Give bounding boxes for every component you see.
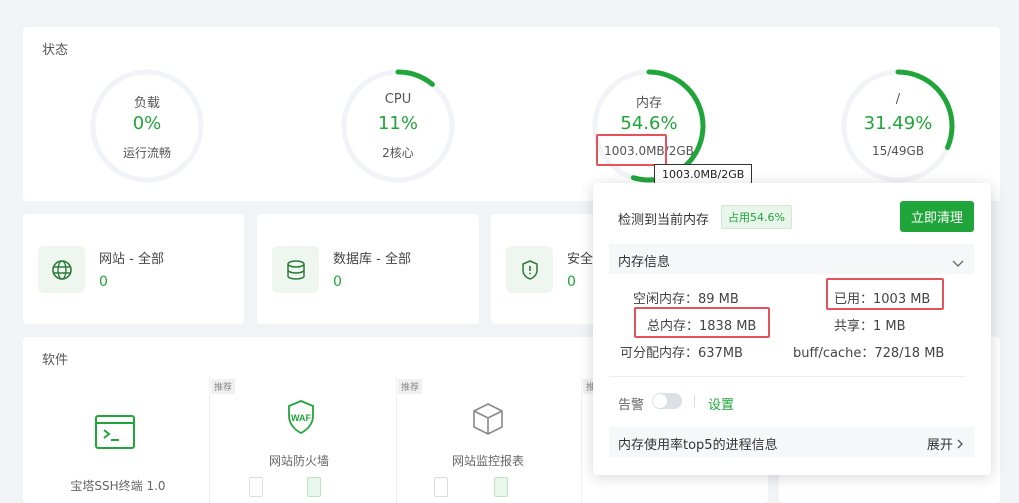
usage-badge: 占用54.6% [721, 205, 792, 229]
highlight-total [634, 307, 770, 338]
column-divider [396, 377, 397, 503]
settings-link[interactable]: 设置 [708, 394, 734, 413]
gauge-value: 54.6% [620, 113, 678, 134]
card-label: 数据库 - 全部 [333, 252, 411, 267]
gauge-value: 0% [132, 113, 162, 134]
software-action-button[interactable] [249, 477, 263, 497]
shared-memory: 共享：1 MB [834, 319, 906, 334]
gauge-disk[interactable]: / 31.49% 15/49GB [840, 68, 956, 184]
recommend-tag: 推荐 [211, 379, 236, 394]
svg-text:WAF: WAF [291, 413, 311, 423]
expand-link[interactable]: 展开 [927, 434, 964, 453]
card-websites[interactable]: 网站 - 全部 0 [23, 214, 244, 324]
memory-tooltip: 1003.0MB/2GB [654, 164, 753, 185]
clean-memory-button[interactable]: 立即清理 [900, 201, 974, 232]
popup-title: 检测到当前内存 [618, 213, 710, 228]
terminal-icon [95, 415, 135, 453]
status-title: 状态 [42, 43, 69, 58]
alert-toggle[interactable] [652, 393, 682, 409]
recommend-tag: 推荐 [398, 379, 423, 394]
gauge-sub: 运行流畅 [122, 146, 171, 160]
allocatable-memory: 可分配内存：637MB [620, 346, 743, 361]
divider [609, 376, 966, 377]
memory-popup: 检测到当前内存 占用54.6% 立即清理 内存信息 空闲内存：89 MB 已用：… [593, 183, 991, 475]
software-name: 网站防火墙 [268, 454, 329, 468]
card-value[interactable]: 0 [99, 274, 108, 290]
database-icon [272, 246, 319, 293]
chevron-down-icon [952, 253, 964, 272]
memory-info-header[interactable]: 内存信息 [609, 244, 974, 274]
waf-icon: WAF [286, 399, 316, 439]
gauge-label: 负载 [133, 96, 160, 111]
gauge-value: 11% [377, 113, 418, 134]
software-install-button[interactable] [494, 477, 508, 497]
software-action-button[interactable] [434, 477, 448, 497]
top5-process-row[interactable]: 内存使用率top5的进程信息 展开 [609, 427, 974, 457]
chevron-right-icon [957, 439, 963, 449]
gauge-label: CPU [384, 92, 412, 107]
highlight-memory-sub [596, 134, 667, 166]
gauge-sub: 2核心 [382, 146, 414, 160]
gauge-value: 31.49% [863, 113, 933, 134]
card-label: 安全 [567, 252, 594, 267]
cube-icon [472, 402, 504, 440]
gauge-cpu[interactable]: CPU 11% 2核心 [340, 68, 456, 184]
gauge-sub: 15/49GB [871, 144, 925, 158]
globe-icon [38, 246, 85, 293]
software-name: 网站监控报表 [451, 454, 524, 468]
column-divider [581, 377, 582, 503]
alert-label: 告警 [618, 398, 645, 413]
status-card: 状态 负载 0% 运行流畅 CPU 11% 2核心 内存 54.6% 1003.… [23, 27, 1000, 201]
software-install-button[interactable] [307, 477, 321, 497]
card-value[interactable]: 0 [567, 274, 576, 290]
gauge-load[interactable]: 负载 0% 运行流畅 [89, 68, 205, 184]
software-name: 宝塔SSH终端 1.0 [70, 479, 166, 493]
memory-info-label: 内存信息 [618, 255, 671, 270]
separator [694, 395, 695, 408]
buff-cache: buff/cache：728/18 MB [793, 346, 945, 361]
shield-icon [506, 246, 553, 293]
column-divider [209, 377, 210, 503]
free-memory: 空闲内存：89 MB [633, 292, 739, 307]
top5-label: 内存使用率top5的进程信息 [618, 438, 778, 453]
gauge-label: / [895, 92, 901, 107]
card-label: 网站 - 全部 [99, 252, 164, 267]
gauge-label: 内存 [635, 96, 662, 111]
software-title: 软件 [42, 353, 69, 368]
card-databases[interactable]: 数据库 - 全部 0 [257, 214, 479, 324]
card-value[interactable]: 0 [333, 274, 342, 290]
highlight-used [826, 278, 944, 310]
